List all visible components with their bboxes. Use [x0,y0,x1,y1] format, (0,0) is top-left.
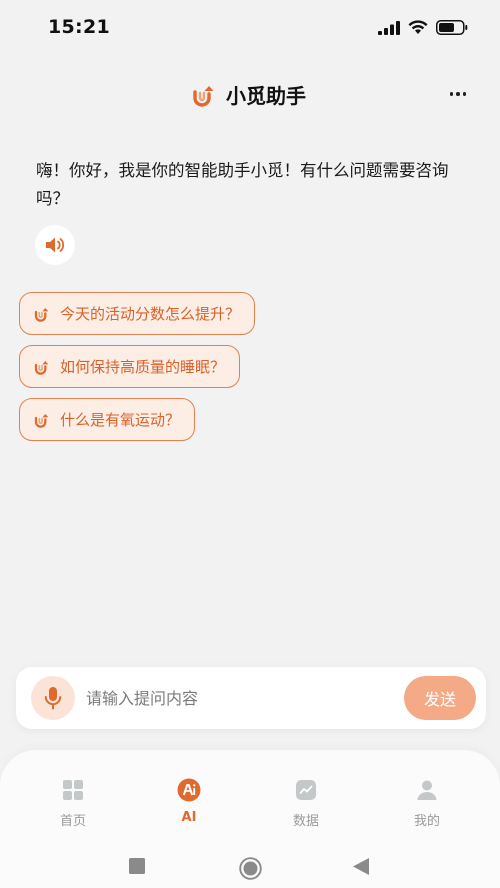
chart-icon [294,778,318,802]
header: 小觅助手 [0,72,500,118]
suggestion-chip[interactable]: 如何保持高质量的睡眠？ [19,345,241,388]
more-dot-icon [462,92,467,96]
question-input[interactable] [86,682,396,714]
recent-apps-icon[interactable] [129,858,145,874]
status-bar: 15:21 [0,0,500,58]
assistant-logo-icon [34,307,49,322]
battery-icon [436,20,468,35]
back-icon[interactable] [353,858,369,875]
status-time: 15:21 [48,16,110,38]
home-icon[interactable] [239,857,262,880]
system-navigation-bar [0,850,500,888]
send-button[interactable]: 发送 [404,676,476,720]
suggested-questions: 今天的活动分数怎么提升？ 如何保持高质量的睡眠？ 什么是有氧运动？ [19,292,256,451]
assistant-logo-icon [34,413,49,428]
signal-icon [378,20,400,35]
assistant-logo-icon [34,360,49,375]
ai-icon [177,778,201,802]
tab-label: 数据 [292,814,319,829]
microphone-icon [44,687,62,710]
more-dot-icon [449,92,454,96]
tab-label: AI [181,810,197,825]
tab-label: 首页 [59,814,86,829]
tab-ai[interactable]: AI [154,778,224,834]
header-title-group: 小觅助手 [192,80,306,109]
speaker-icon [46,237,65,253]
page-title: 小觅助手 [226,84,306,108]
suggestion-label: 什么是有氧运动？ [60,411,181,429]
suggestion-chip[interactable]: 今天的活动分数怎么提升？ [19,292,256,335]
tab-mine[interactable]: 我的 [392,778,462,834]
assistant-greeting-message: 嗨！你好，我是你的智能助手小觅！有什么问题需要咨询吗？ [36,161,449,208]
suggestion-label: 如何保持高质量的睡眠？ [60,358,226,376]
voice-input-button[interactable] [31,676,75,720]
grid-icon [61,778,85,802]
more-options-button[interactable] [444,82,472,106]
tab-data[interactable]: 数据 [271,778,341,834]
tab-label: 我的 [413,814,440,829]
tab-home[interactable]: 首页 [38,778,108,834]
chat-input-bar: 发送 [16,667,486,729]
status-icons [378,20,468,35]
suggestion-label: 今天的活动分数怎么提升？ [60,305,241,323]
wifi-icon [408,20,428,34]
screen: 15:21 小觅助手 嗨！你好，我是你的智能助手小觅！有什么问题需要咨询吗？ 今… [0,0,500,888]
more-dot-icon [456,92,460,96]
play-audio-button[interactable] [35,225,75,265]
suggestion-chip[interactable]: 什么是有氧运动？ [19,398,196,441]
assistant-logo-icon [193,85,214,107]
person-icon [415,778,439,802]
